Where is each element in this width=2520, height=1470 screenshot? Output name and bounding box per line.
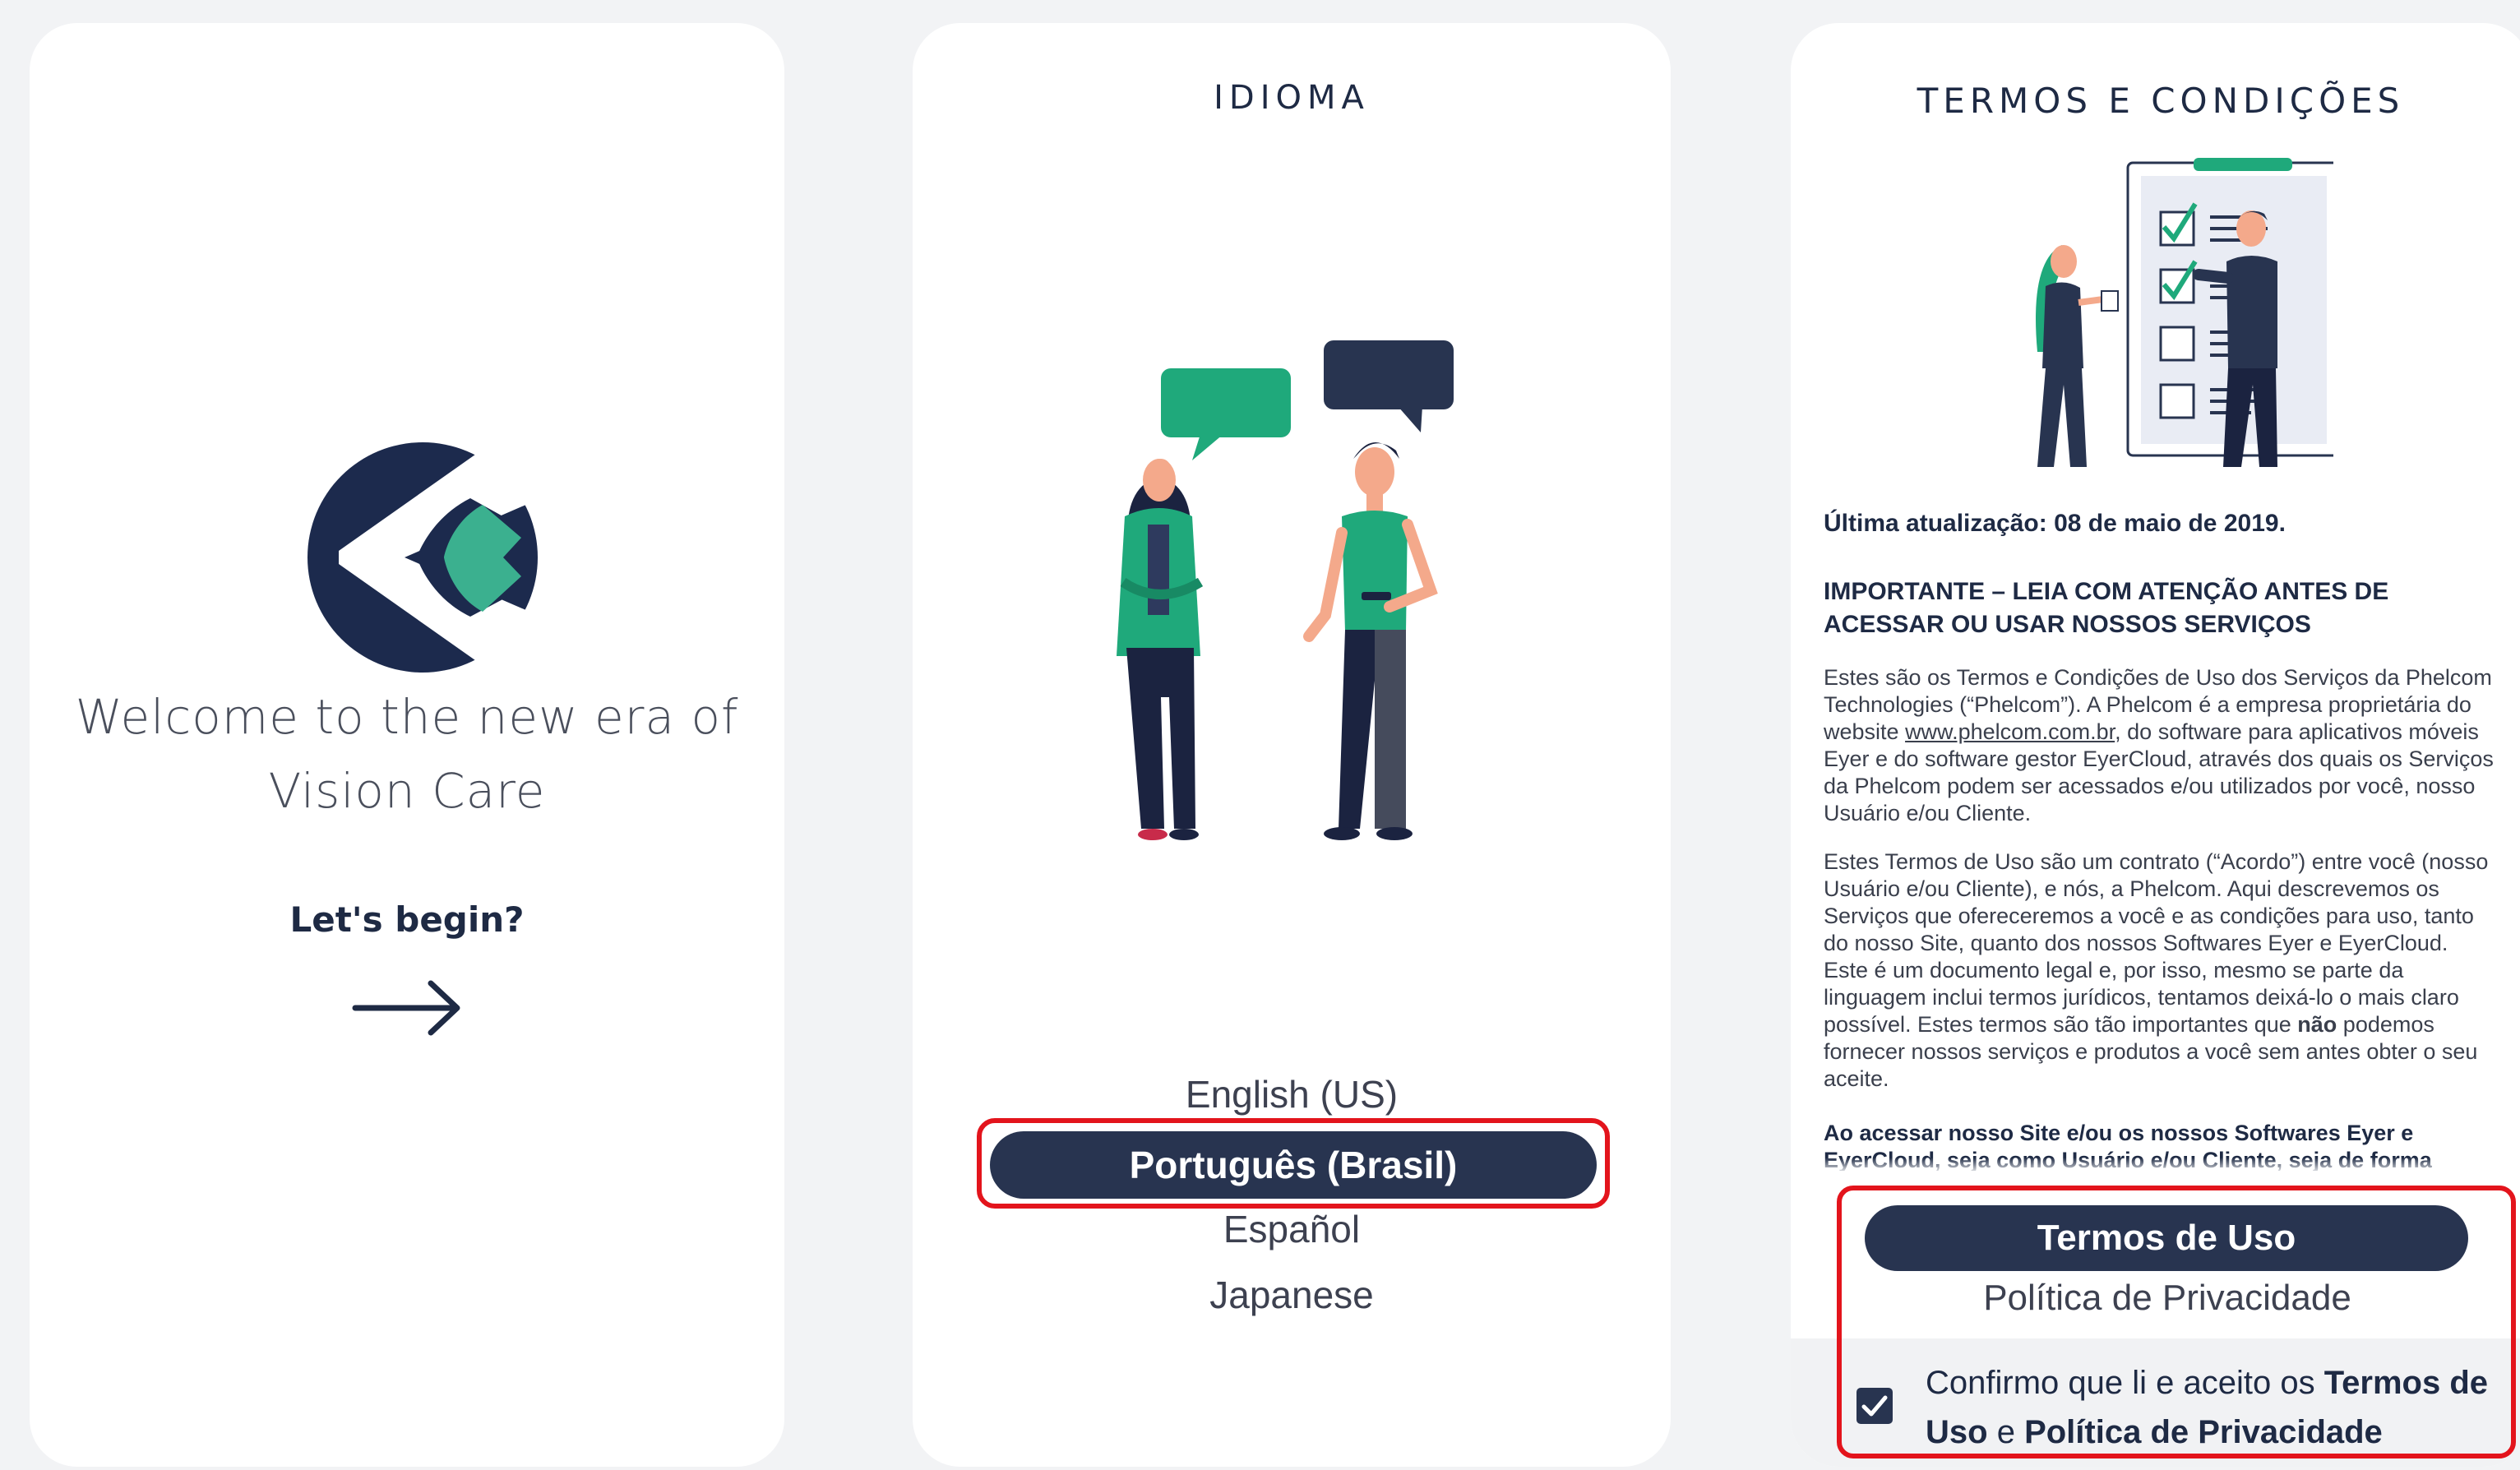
begin-label: Let's begin? — [289, 899, 525, 940]
page-title: IDIOMA — [1214, 79, 1370, 117]
selection-highlight — [977, 1118, 1610, 1209]
welcome-line-2: Vision Care — [268, 763, 546, 819]
last-updated: Última atualização: 08 de maio de 2019. — [1824, 510, 2286, 537]
terms-paragraph-2: Estes Termos de Uso são um contrato (“Ac… — [1824, 848, 2498, 1093]
important-notice: IMPORTANTE – LEIA COM ATENÇÃO ANTES DE A… — [1824, 578, 2389, 638]
language-option-spanish[interactable]: Español — [913, 1207, 1671, 1251]
welcome-screen: Welcome to the new era of Vision Care Le… — [30, 23, 784, 1467]
language-option-english[interactable]: English (US) — [913, 1072, 1671, 1116]
website-link[interactable]: www.phelcom.com.br — [1905, 719, 2115, 744]
terms-paragraph-1: Estes são os Termos e Condições de Uso d… — [1824, 664, 2498, 827]
welcome-line-1: Welcome to the new era of — [75, 689, 739, 745]
language-screen: IDIOMA English (US) Português (Brasil) E… — [913, 23, 1671, 1467]
page-title: TERMOS E CONDIÇÕES — [1917, 81, 2405, 121]
eye-care-logo — [307, 441, 541, 674]
selection-highlight — [1837, 1186, 2516, 1458]
checklist-illustration — [2036, 158, 2333, 467]
language-option-japanese[interactable]: Japanese — [913, 1273, 1671, 1317]
people-talking-illustration — [1117, 340, 1454, 840]
paragraph-text: Estes Termos de Uso são um contrato (“Ac… — [1824, 849, 2489, 1037]
scroll-fade — [1791, 1158, 2520, 1174]
arrow-right-icon[interactable] — [350, 977, 465, 1039]
paragraph-emphasis: não — [2297, 1012, 2337, 1037]
terms-screen: TERMOS E CONDIÇÕES Última atualização: 0… — [1791, 23, 2520, 1467]
